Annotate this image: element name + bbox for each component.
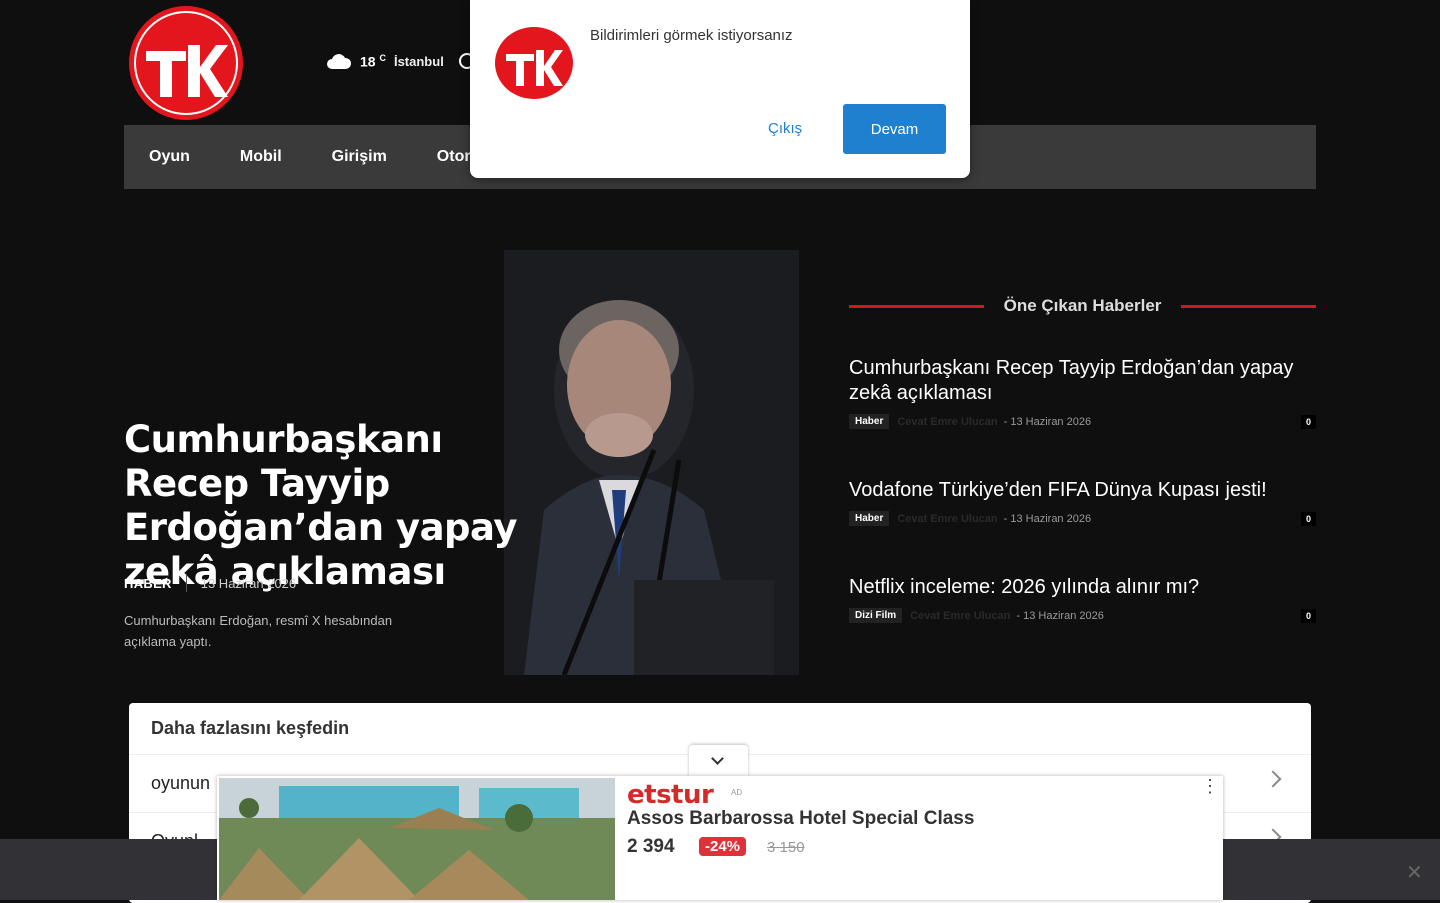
featured-item: Netflix inceleme: 2026 yılında alınır mı…: [849, 575, 1316, 623]
nav-item-girisim[interactable]: Girişim: [332, 148, 387, 166]
hero-meta: HABER 13 Haziran 2026: [124, 574, 296, 592]
author-name[interactable]: Cevat Emre Ulucan: [897, 416, 997, 428]
exit-button[interactable]: Çıkış: [768, 120, 802, 137]
date-separator: -: [1003, 512, 1011, 525]
meta-divider: [185, 574, 187, 592]
featured-item-date: 13 Haziran 2026: [1023, 609, 1104, 622]
continue-button[interactable]: Devam: [843, 104, 946, 154]
featured-item: Cumhurbaşkanı Recep Tayyip Erdoğan’dan y…: [849, 356, 1316, 429]
hero-image[interactable]: [504, 250, 799, 675]
chevron-right-icon: [1264, 770, 1282, 788]
nav-item-oyun[interactable]: Oyun: [149, 148, 190, 166]
hero-category[interactable]: HABER: [124, 576, 172, 591]
author-name[interactable]: Cevat Emre Ulucan: [910, 610, 1010, 622]
featured-item-meta: Haber Cevat Emre Ulucan - 13 Haziran 202…: [849, 414, 1316, 429]
weather-temperature: 18 C: [360, 52, 386, 70]
weather-city: İstanbul: [393, 53, 444, 69]
comment-count[interactable]: 0: [1300, 608, 1316, 623]
ad-title[interactable]: Assos Barbarossa Hotel Special Class: [627, 808, 974, 830]
featured-item-title[interactable]: Vodafone Türkiye’den FIFA Dünya Kupası j…: [849, 478, 1316, 503]
ad-discount-badge: -24%: [699, 837, 747, 856]
ad-collapse-toggle[interactable]: [689, 745, 748, 777]
nav-item-mobil[interactable]: Mobil: [240, 148, 282, 166]
category-badge[interactable]: Haber: [849, 511, 890, 526]
comment-count[interactable]: 0: [1300, 414, 1316, 429]
chevron-down-icon: [711, 752, 724, 765]
featured-heading: Öne Çıkan Haberler: [849, 296, 1316, 316]
ad-label: AD: [731, 788, 743, 797]
author-name[interactable]: Cevat Emre Ulucan: [897, 513, 997, 525]
comment-count[interactable]: 0: [1300, 511, 1316, 526]
site-logo: [495, 27, 573, 99]
heading-line-left: [849, 304, 984, 308]
date-separator: -: [1003, 415, 1011, 428]
more-options-icon[interactable]: ⋮: [1201, 777, 1219, 795]
featured-item-title[interactable]: Netflix inceleme: 2026 yılında alınır mı…: [849, 575, 1316, 600]
ad-price: 2 394: [627, 836, 675, 857]
category-badge[interactable]: Haber: [849, 414, 890, 429]
hero-title[interactable]: Cumhurbaşkanı Recep Tayyip Erdoğan’dan y…: [124, 418, 524, 594]
date-separator: -: [1016, 609, 1024, 622]
featured-item-meta: Haber Cevat Emre Ulucan - 13 Haziran 202…: [849, 511, 1316, 526]
featured-item-meta: Dizi Film Cevat Emre Ulucan - 13 Haziran…: [849, 608, 1316, 623]
cloud-icon: [327, 54, 352, 69]
featured-item-date: 13 Haziran 2026: [1010, 415, 1092, 428]
notification-permission-dialog: Bildirimleri görmek istiyorsanız Çıkış D…: [470, 0, 970, 178]
hero-excerpt: Cumhurbaşkanı Erdoğan, resmî X hesabında…: [124, 613, 393, 649]
category-badge[interactable]: Dizi Film: [849, 608, 903, 623]
featured-item: Vodafone Türkiye’den FIFA Dünya Kupası j…: [849, 478, 1316, 526]
featured-item-date: 13 Haziran 2026: [1010, 512, 1092, 525]
close-icon[interactable]: ✕: [1406, 860, 1423, 885]
ad-banner[interactable]: etstur AD ⋮ Assos Barbarossa Hotel Speci…: [217, 776, 1223, 900]
weather-widget: 18 C İstanbul: [326, 52, 444, 70]
hero-date: 13 Haziran 2026: [200, 575, 297, 591]
heading-line-right: [1181, 304, 1316, 308]
site-logo[interactable]: [128, 5, 244, 121]
featured-title: Öne Çıkan Haberler: [1003, 296, 1162, 315]
explore-item-label: oyunun: [151, 773, 211, 793]
featured-item-title[interactable]: Cumhurbaşkanı Recep Tayyip Erdoğan’dan y…: [849, 356, 1316, 406]
ad-image[interactable]: [219, 778, 615, 900]
ad-brand-logo[interactable]: etstur: [627, 780, 714, 810]
ad-old-price: 3 150: [767, 839, 805, 856]
dialog-message: Bildirimleri görmek istiyorsanız: [590, 27, 793, 44]
